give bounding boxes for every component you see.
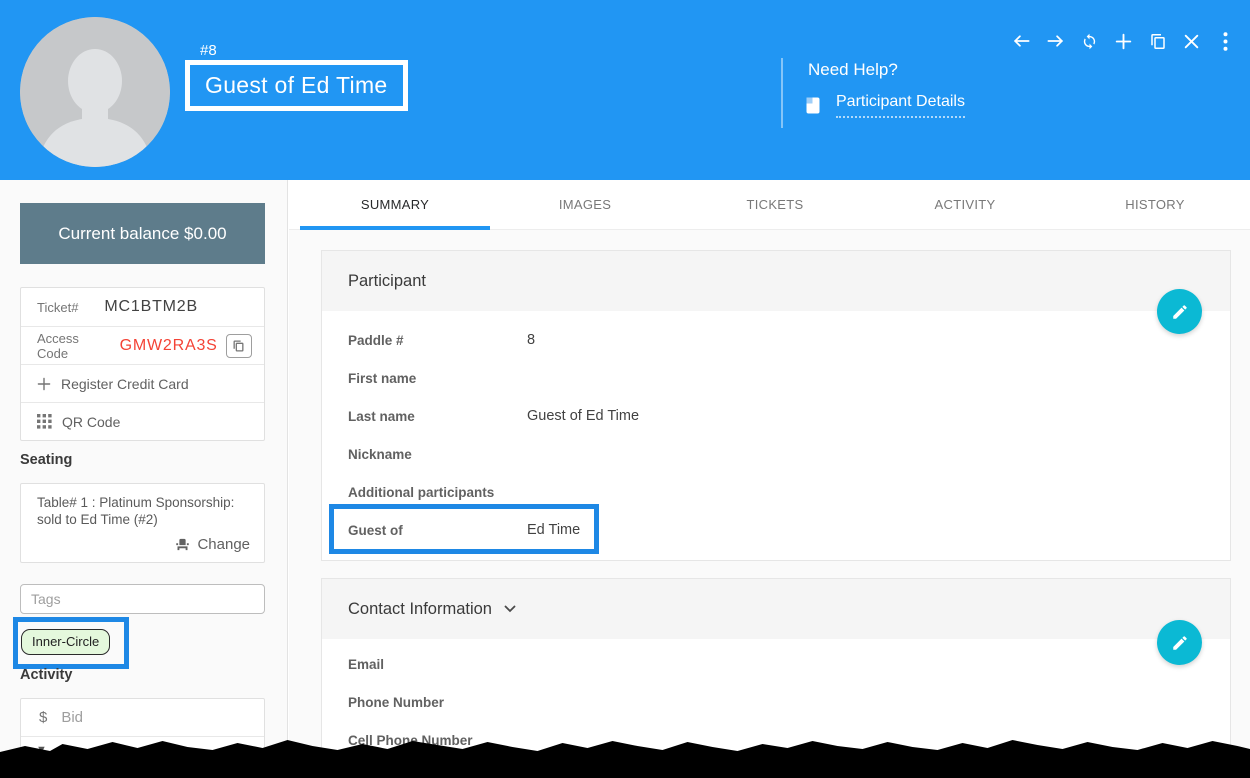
divider <box>781 58 783 128</box>
field-row-first-name: First name <box>322 359 1230 397</box>
seating-card: Table# 1 : Platinum Sponsorship: sold to… <box>20 483 265 563</box>
seating-heading: Seating <box>20 452 72 468</box>
pencil-icon <box>1171 634 1189 652</box>
field-row-phone: Phone Number <box>322 683 1230 721</box>
field-label: First name <box>348 371 527 386</box>
tags-input[interactable] <box>20 584 265 614</box>
field-row-nickname: Nickname <box>322 435 1230 473</box>
person-placeholder-icon <box>20 17 170 167</box>
field-row-guest-of: Guest of Ed Time <box>322 511 1230 549</box>
edit-participant-button[interactable] <box>1157 289 1202 334</box>
close-icon[interactable] <box>1182 30 1201 52</box>
field-value: Ed Time <box>527 522 580 538</box>
current-balance-badge: Current balance $0.00 <box>20 203 265 264</box>
ticket-value: MC1BTM2B <box>104 298 198 316</box>
field-label: Additional participants <box>348 485 527 500</box>
register-credit-card-button[interactable]: Register Credit Card <box>21 364 264 402</box>
duplicate-icon[interactable] <box>1148 30 1167 52</box>
tab-summary[interactable]: SUMMARY <box>300 180 490 230</box>
tag-inner-circle[interactable]: Inner-Circle <box>21 629 110 655</box>
access-code-label: Access Code <box>37 331 112 361</box>
tab-activity[interactable]: ACTIVITY <box>870 180 1060 230</box>
change-seat-button[interactable]: Change <box>175 536 250 553</box>
ticket-number-row: Ticket# MC1BTM2B <box>21 288 264 326</box>
field-value: Guest of Ed Time <box>527 408 639 424</box>
change-seat-label: Change <box>197 536 250 553</box>
participant-details-window: #8 Guest of Ed Time Need Help? Participa… <box>0 0 1250 778</box>
guide-icon <box>806 97 820 114</box>
sidebar: Current balance $0.00 Ticket# MC1BTM2B A… <box>0 180 288 778</box>
pencil-icon <box>1171 303 1189 321</box>
tag-annotation-box: Inner-Circle <box>13 617 129 669</box>
qr-code-button[interactable]: QR Code <box>21 402 264 440</box>
window-controls <box>1012 30 1235 52</box>
field-row-paddle: Paddle # 8 <box>322 321 1230 359</box>
field-label: Email <box>348 657 527 672</box>
field-label: Phone Number <box>348 695 527 710</box>
copy-icon <box>232 339 245 353</box>
more-icon[interactable] <box>1216 30 1235 52</box>
dollar-icon: $ <box>39 709 47 726</box>
field-label: Last name <box>348 409 527 424</box>
tab-images[interactable]: IMAGES <box>490 180 680 230</box>
field-label: Paddle # <box>348 333 527 348</box>
header: #8 Guest of Ed Time Need Help? Participa… <box>0 0 1250 180</box>
qr-code-label: QR Code <box>62 414 120 430</box>
refresh-icon[interactable] <box>1080 30 1099 52</box>
field-label: Nickname <box>348 447 527 462</box>
access-code-value: GMW2RA3S <box>120 337 218 355</box>
field-row-last-name: Last name Guest of Ed Time <box>322 397 1230 435</box>
ticket-label: Ticket# <box>37 300 78 315</box>
tab-history[interactable]: HISTORY <box>1060 180 1250 230</box>
back-icon[interactable] <box>1012 30 1031 52</box>
bid-row[interactable]: $ Bid <box>21 699 264 736</box>
register-credit-card-label: Register Credit Card <box>61 376 189 392</box>
tab-bar: SUMMARY IMAGES TICKETS ACTIVITY HISTORY <box>289 180 1250 230</box>
field-row-email: Email <box>322 645 1230 683</box>
chevron-down-icon[interactable] <box>504 605 516 613</box>
field-row-additional-participants: Additional participants <box>322 473 1230 511</box>
edit-contact-button[interactable] <box>1157 620 1202 665</box>
avatar <box>20 17 170 167</box>
forward-icon[interactable] <box>1046 30 1065 52</box>
participant-section-header: Participant <box>322 251 1230 311</box>
record-number: #8 <box>200 42 217 59</box>
participant-details-help-link[interactable]: Participant Details <box>806 93 965 118</box>
help-link-label: Participant Details <box>836 93 965 118</box>
contact-section-title: Contact Information <box>348 600 492 619</box>
plus-icon <box>37 377 51 391</box>
title-annotation-box: Guest of Ed Time <box>185 60 408 111</box>
tab-tickets[interactable]: TICKETS <box>680 180 870 230</box>
qr-grid-icon <box>37 414 52 429</box>
bid-label: Bid <box>61 709 83 726</box>
activity-heading: Activity <box>20 667 72 683</box>
participant-section: Participant Paddle # 8 First name Last n… <box>321 250 1231 561</box>
seat-icon <box>175 537 190 552</box>
copy-access-code-button[interactable] <box>226 334 252 358</box>
main-content: SUMMARY IMAGES TICKETS ACTIVITY HISTORY … <box>289 180 1250 778</box>
add-icon[interactable] <box>1114 30 1133 52</box>
field-label: Guest of <box>348 523 527 538</box>
need-help-label: Need Help? <box>808 60 898 80</box>
page-title: Guest of Ed Time <box>205 72 388 98</box>
ticket-info-card: Ticket# MC1BTM2B Access Code GMW2RA3S Re… <box>20 287 265 441</box>
field-value: 8 <box>527 332 535 348</box>
seating-assignment-text: Table# 1 : Platinum Sponsorship: sold to… <box>37 494 250 528</box>
access-code-row: Access Code GMW2RA3S <box>21 326 264 364</box>
contact-section-header: Contact Information <box>322 579 1230 639</box>
participant-section-title: Participant <box>348 272 426 291</box>
